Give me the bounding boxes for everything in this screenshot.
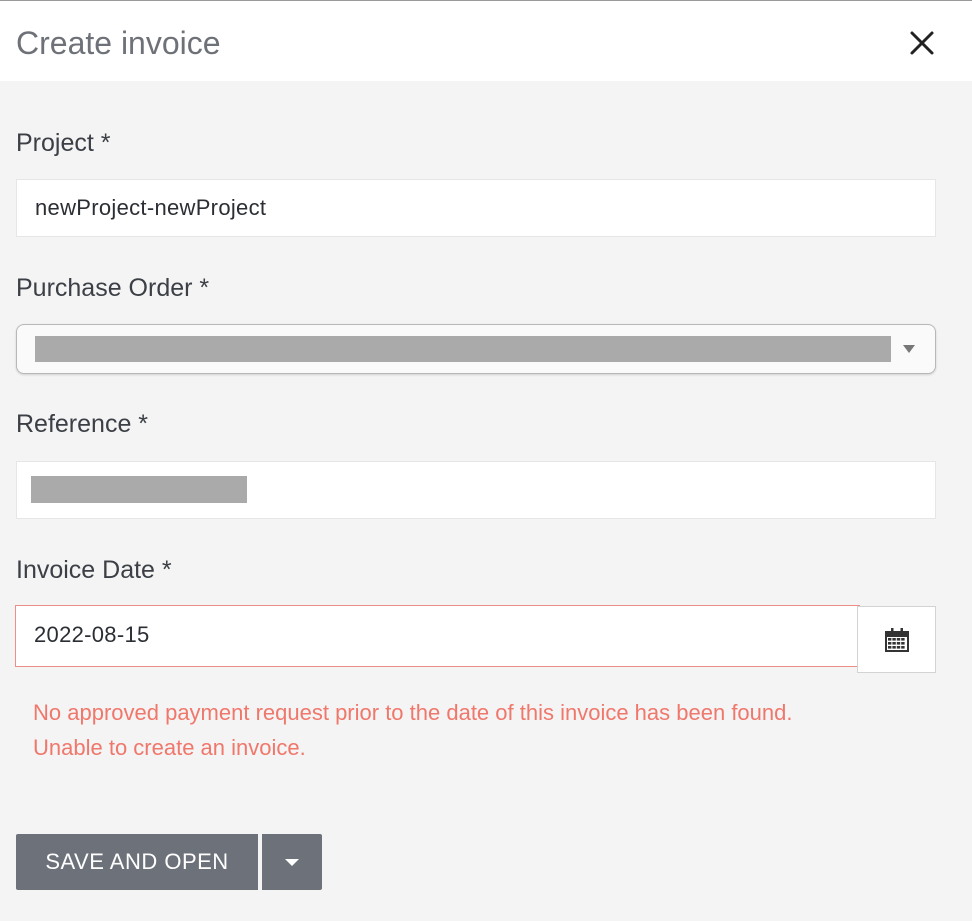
calendar-button[interactable] — [857, 606, 936, 673]
reference-label: Reference * — [16, 410, 149, 438]
error-line-1: No approved payment request prior to the… — [33, 700, 793, 725]
error-line-2: Unable to create an invoice. — [33, 735, 306, 760]
dialog-title: Create invoice — [16, 25, 221, 61]
purchase-order-value-redacted — [35, 336, 891, 362]
reference-field[interactable] — [16, 461, 936, 519]
chevron-down-icon — [285, 858, 299, 866]
close-icon — [910, 31, 934, 55]
dialog-header: Create invoice — [0, 1, 972, 81]
chevron-down-icon — [903, 345, 915, 353]
invoice-date-label: Invoice Date * — [16, 556, 172, 584]
project-value: newProject-newProject — [35, 195, 267, 220]
invoice-date-input[interactable]: 2022-08-15 — [15, 605, 860, 667]
save-and-open-button[interactable]: SAVE AND OPEN — [16, 834, 258, 890]
project-field[interactable]: newProject-newProject — [16, 179, 936, 237]
save-options-dropdown-button[interactable] — [262, 834, 322, 890]
purchase-order-label: Purchase Order * — [16, 274, 210, 302]
invoice-date-value: 2022-08-15 — [34, 622, 150, 647]
project-label: Project * — [16, 129, 111, 157]
create-invoice-dialog: Create invoice Project * newProject-newP… — [0, 0, 972, 921]
reference-value-redacted — [31, 476, 247, 503]
calendar-icon — [884, 627, 909, 652]
error-message: No approved payment request prior to the… — [33, 695, 913, 765]
purchase-order-select[interactable] — [16, 324, 936, 374]
close-button[interactable] — [900, 21, 944, 65]
